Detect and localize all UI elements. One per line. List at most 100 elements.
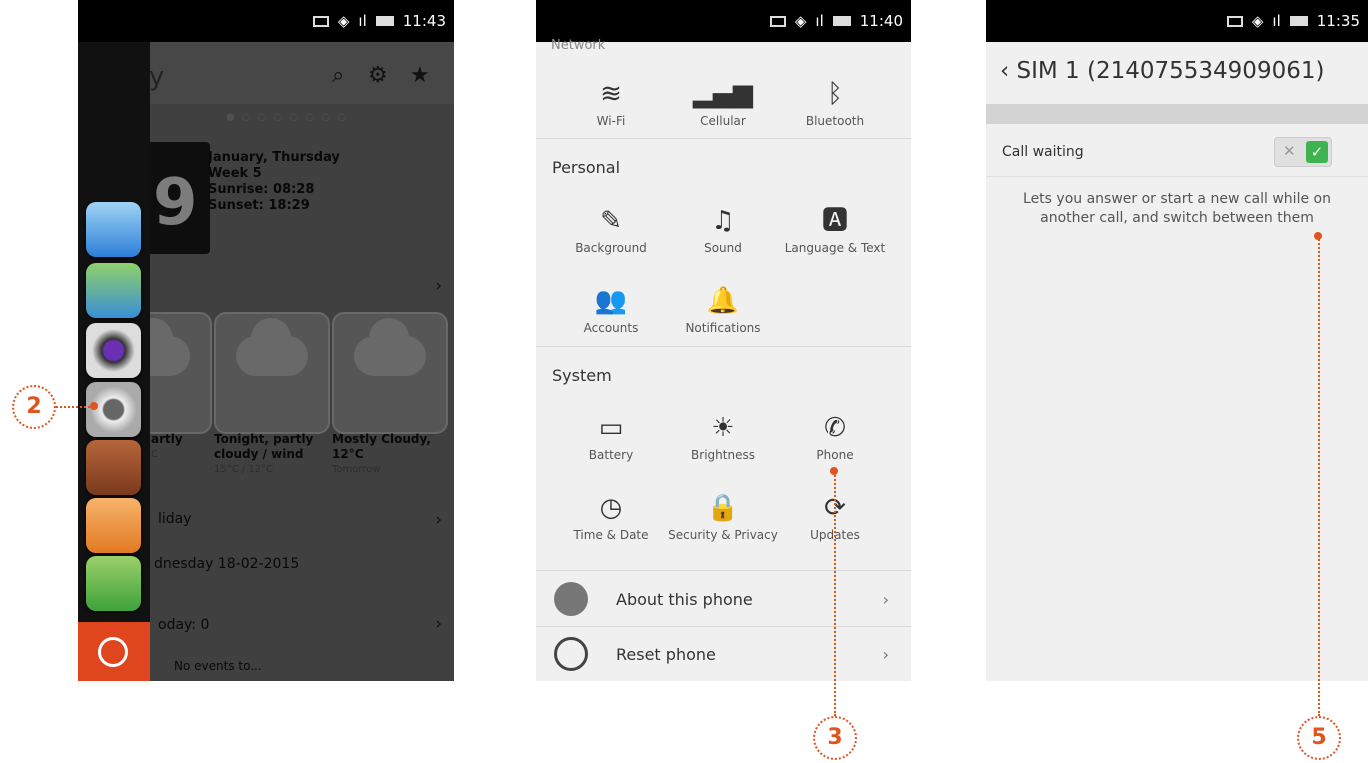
- battery-icon: [375, 16, 394, 26]
- status-time: 11:35: [1316, 12, 1360, 30]
- tile-bluetooth[interactable]: ᛒ Bluetooth: [775, 76, 895, 128]
- call-waiting-label: Call waiting: [1002, 144, 1084, 160]
- message-icon: [1226, 15, 1243, 27]
- battery-icon: [1289, 16, 1308, 26]
- bluetooth-icon: ᛒ: [827, 79, 843, 109]
- status-time: 11:43: [402, 12, 446, 30]
- status-bar: ◈ ıl 11:35: [986, 0, 1368, 42]
- clock-icon: ◷: [599, 493, 623, 523]
- browser-icon[interactable]: [86, 202, 141, 257]
- network-section-header: Network: [551, 38, 606, 53]
- call-waiting-description: Lets you answer or start a new call whil…: [986, 190, 1368, 228]
- tile-sound[interactable]: ♫ Sound: [663, 203, 783, 255]
- tile-notifications[interactable]: 🔔 Notifications: [663, 283, 783, 335]
- messages-icon[interactable]: [86, 498, 141, 553]
- tile-label: Security & Privacy: [668, 528, 778, 542]
- tile-background[interactable]: ✎ Background: [551, 203, 671, 255]
- divider: [536, 346, 911, 347]
- status-bar: ◈ ıl 11:40: [536, 0, 911, 42]
- tile-phone[interactable]: ✆ Phone: [775, 410, 895, 462]
- personal-section-header: Personal: [552, 158, 621, 177]
- language-icon: 🅰: [821, 206, 848, 236]
- back-button[interactable]: ‹ SIM 1 (214075534909061): [1000, 58, 1324, 84]
- tile-label: Brightness: [691, 448, 755, 462]
- about-phone-row[interactable]: About this phone ›: [536, 572, 911, 626]
- chevron-right-icon: ›: [882, 644, 889, 664]
- tile-time-date[interactable]: ◷ Time & Date: [551, 490, 671, 542]
- tile-label: Background: [575, 241, 647, 255]
- tile-label: Cellular: [700, 114, 746, 128]
- cellular-icon: ▂▄▆: [693, 79, 753, 109]
- ubuntu-button[interactable]: [78, 622, 150, 681]
- location-icon: ◈: [337, 12, 350, 30]
- divider: [986, 176, 1368, 177]
- brush-icon: ✎: [600, 206, 622, 236]
- tile-cellular[interactable]: ▂▄▆ Cellular: [663, 76, 783, 128]
- signal-icon: ıl: [815, 12, 824, 30]
- accounts-icon: 👥: [594, 286, 628, 316]
- camera-icon[interactable]: [86, 323, 141, 378]
- callout-dot: [1314, 232, 1322, 240]
- location-icon: ◈: [1251, 12, 1264, 30]
- about-label: About this phone: [616, 589, 753, 609]
- reset-label: Reset phone: [616, 644, 716, 664]
- chevron-right-icon: ›: [882, 589, 889, 609]
- message-icon: [312, 15, 329, 27]
- settings-phone: ◈ ıl 11:40 Network ≋ Wi-Fi ▂▄▆ Cellular ᛒB…: [536, 0, 911, 681]
- tile-security[interactable]: 🔒 Security & Privacy: [663, 490, 783, 542]
- tile-language[interactable]: 🅰 Language & Text: [775, 203, 895, 255]
- launcher: [78, 42, 150, 681]
- battery-icon: [832, 16, 851, 26]
- maps-icon[interactable]: [86, 263, 141, 318]
- tile-label: Notifications: [685, 321, 761, 335]
- bell-icon: 🔔: [706, 286, 740, 316]
- callout-line: [834, 472, 836, 716]
- music-note-icon: ♫: [711, 206, 735, 236]
- callout-dot: [830, 467, 838, 475]
- battery-icon: ▭: [598, 413, 624, 443]
- sim-settings-phone: ◈ ıl 11:35 ‹ SIM 1 (214075534909061) Cal…: [986, 0, 1368, 681]
- close-icon: ✕: [1283, 142, 1296, 160]
- divider: [536, 138, 911, 139]
- callout-2: 2: [12, 385, 56, 429]
- checkmark-icon: ✓: [1306, 141, 1328, 163]
- callout-dot: [90, 402, 98, 410]
- brightness-icon: ☀: [711, 413, 735, 443]
- home-screen-phone: ay ⌕ ⚙ ★ ● ○ ○ ○ ○ ○ ○ ○ 9 January, Thur…: [78, 0, 454, 681]
- ubuntu-logo-icon: [98, 637, 128, 667]
- callout-5: 5: [1297, 716, 1341, 760]
- callout-3: 3: [813, 716, 857, 760]
- tile-battery[interactable]: ▭ Battery: [551, 410, 671, 462]
- page-title: SIM 1 (214075534909061): [1016, 58, 1325, 84]
- tile-label: Wi-Fi: [596, 114, 626, 128]
- ubuntu-logo-icon: [554, 582, 588, 616]
- location-icon: ◈: [794, 12, 807, 30]
- page-header: ‹ SIM 1 (214075534909061): [986, 42, 1368, 104]
- tile-label: Accounts: [583, 321, 639, 335]
- phone-icon[interactable]: [86, 556, 141, 611]
- callout-line: [1318, 236, 1320, 716]
- status-bar: ◈ ıl 11:43: [78, 0, 454, 42]
- tile-wifi[interactable]: ≋ Wi-Fi: [551, 76, 671, 128]
- status-time: 11:40: [859, 12, 903, 30]
- tile-label: Language & Text: [784, 241, 886, 255]
- reset-icon: [554, 637, 588, 671]
- tile-label: Phone: [816, 448, 854, 462]
- call-waiting-toggle[interactable]: ✕ ✓: [1274, 137, 1332, 167]
- signal-icon: ıl: [1272, 12, 1281, 30]
- tile-label: Time & Date: [573, 528, 649, 542]
- contacts-icon[interactable]: [86, 440, 141, 495]
- divider: [536, 570, 911, 571]
- system-section-header: System: [552, 366, 612, 385]
- phone-icon: ✆: [824, 413, 846, 443]
- callout-line: [56, 406, 94, 408]
- wifi-icon: ≋: [600, 79, 622, 109]
- tile-brightness[interactable]: ☀ Brightness: [663, 410, 783, 462]
- tile-label: Bluetooth: [805, 114, 865, 128]
- tile-label: Battery: [588, 448, 634, 462]
- description-line: Lets you answer or start a new call whil…: [1023, 191, 1331, 207]
- lock-icon: 🔒: [706, 493, 740, 523]
- reset-phone-row[interactable]: Reset phone ›: [536, 627, 911, 681]
- signal-icon: ıl: [358, 12, 367, 30]
- tile-accounts[interactable]: 👥 Accounts: [551, 283, 671, 335]
